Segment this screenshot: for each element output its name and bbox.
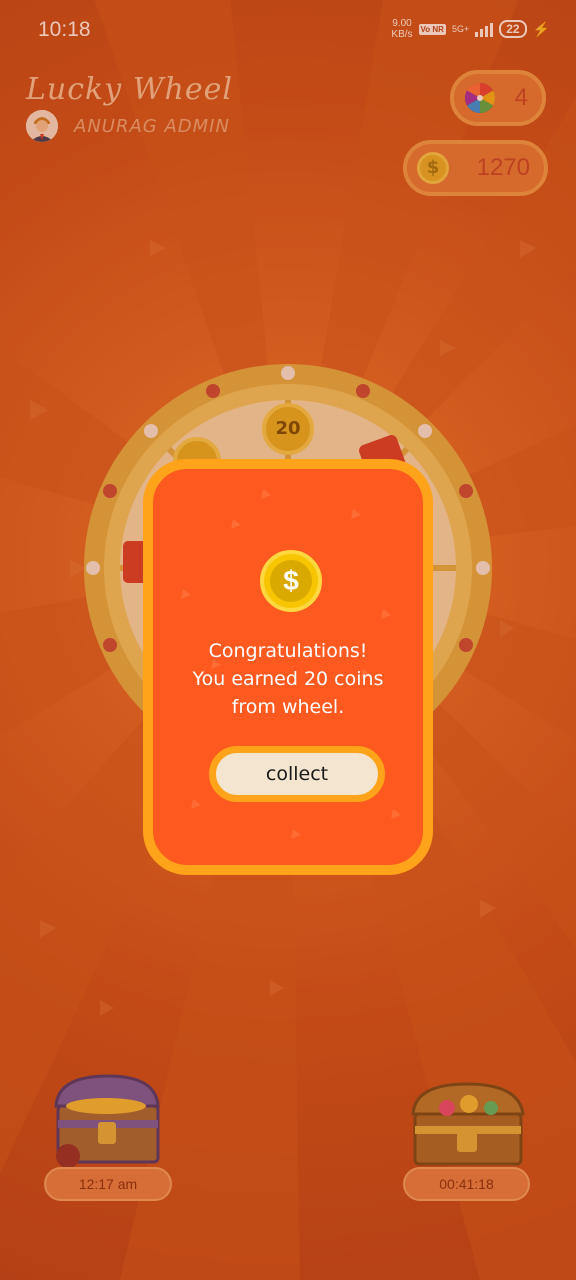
dollar-symbol: $ <box>270 560 312 602</box>
status-icons: 9.00 KB/s Vo NR 5G+ 22 ⚡ <box>391 18 550 40</box>
status-time: 10:18 <box>38 18 91 41</box>
signal-icon <box>475 21 494 37</box>
message-line-1: Congratulations! <box>208 640 368 662</box>
battery-icon: 22 <box>499 20 527 38</box>
reward-dialog: $ Congratulations! You earned 20 coins f… <box>143 459 433 875</box>
treasure-chest-right-icon[interactable] <box>407 1078 529 1168</box>
network-speed: 9.00 KB/s <box>391 18 413 40</box>
spins-count: 4 <box>514 84 528 111</box>
wheel-icon <box>464 83 496 113</box>
coin-balance-value: 1270 <box>476 154 530 181</box>
coin-balance[interactable]: $ 1270 <box>403 140 548 196</box>
dollar-coin-icon: $ <box>417 152 449 184</box>
right-chest-timer: 00:41:18 <box>403 1167 530 1201</box>
network-type: 5G+ <box>451 24 470 34</box>
reward-message: Congratulations! You earned 20 coins fro… <box>153 637 423 721</box>
dollar-coin-icon: $ <box>260 550 322 612</box>
treasure-chest-left-icon[interactable] <box>48 1072 166 1170</box>
avatar[interactable] <box>26 110 58 142</box>
wheel-segment-label: 20 <box>275 418 301 439</box>
message-line-2: You earned 20 coins <box>192 668 384 690</box>
message-line-3: from wheel. <box>231 696 345 718</box>
left-chest-timer: 12:17 am <box>44 1167 172 1201</box>
collect-button[interactable]: collect <box>209 746 385 802</box>
user-name: ANURAG ADMIN <box>74 116 230 137</box>
status-bar: 10:18 9.00 KB/s Vo NR 5G+ 22 ⚡ <box>0 0 576 62</box>
spins-counter[interactable]: 4 <box>450 70 546 126</box>
user-avatar-icon <box>26 110 58 142</box>
charging-icon: ⚡ <box>532 20 550 37</box>
volte-badge: Vo NR <box>418 23 446 35</box>
page-title: Lucky Wheel <box>26 72 233 107</box>
